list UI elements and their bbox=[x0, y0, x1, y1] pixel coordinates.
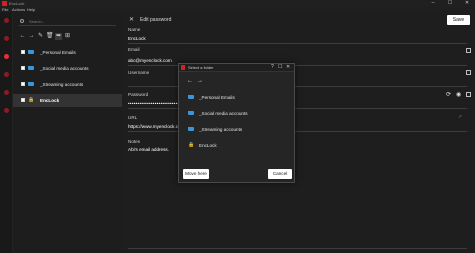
checkbox[interactable] bbox=[21, 50, 25, 54]
edit-password-panel: ✕ Edit password Save Name EncLock Email … bbox=[122, 12, 475, 253]
dialog-folder-label: _Social media accounts bbox=[199, 111, 248, 116]
open-url-link[interactable]: ↗ bbox=[458, 114, 462, 120]
refresh-icon[interactable]: ⟳ bbox=[446, 91, 451, 98]
move-here-button[interactable]: Move here bbox=[183, 169, 209, 179]
dialog-folder-label: _Streaming accounts bbox=[199, 127, 243, 132]
folder-icon bbox=[188, 127, 194, 131]
password-field[interactable]: •••••••••••••••••••••••••••• bbox=[128, 101, 181, 106]
url-label: URL bbox=[128, 115, 138, 120]
forward-arrow-icon[interactable]: → bbox=[28, 33, 35, 40]
sidebar-item-personal-emails[interactable]: _Personal Emails bbox=[13, 46, 122, 59]
rail-identity-icon[interactable] bbox=[4, 90, 9, 95]
divider bbox=[128, 43, 467, 44]
notes-label: Notes bbox=[128, 139, 141, 144]
rail-passwords-icon[interactable] bbox=[4, 54, 9, 59]
lock-icon: 🔒 bbox=[28, 97, 35, 103]
lock-icon: 🔒 bbox=[188, 142, 195, 148]
dialog-folder-personal-emails[interactable]: _Personal Emails bbox=[179, 91, 294, 104]
sidebar-item-label: EncLock bbox=[40, 98, 60, 103]
sidebar-item-label: _Personal Emails bbox=[40, 50, 76, 55]
folder-sidebar: Search... ← → ✎ 🗑 ➥ ⊞ _Personal Emails _… bbox=[13, 12, 122, 253]
maximize-icon[interactable]: ☐ bbox=[278, 64, 282, 70]
app-title: EncLock bbox=[9, 1, 25, 6]
checkbox[interactable] bbox=[21, 98, 25, 102]
dialog-folder-streaming[interactable]: _Streaming accounts bbox=[179, 123, 294, 136]
search-placeholder: Search... bbox=[29, 19, 46, 24]
folder-icon bbox=[28, 50, 34, 54]
sidebar-item-social-media[interactable]: _Social media accounts bbox=[13, 62, 122, 75]
page-title: Edit password bbox=[140, 17, 172, 23]
app-logo bbox=[2, 1, 7, 6]
copy-icon[interactable] bbox=[466, 48, 471, 53]
rail-notes-icon[interactable] bbox=[4, 72, 9, 77]
back-arrow-icon[interactable]: ← bbox=[187, 78, 193, 84]
forward-arrow-icon[interactable]: → bbox=[197, 78, 203, 84]
folder-icon bbox=[188, 111, 194, 115]
select-folder-dialog: Select a folder ? ☐ ✕ ← → _Personal Emai… bbox=[178, 63, 295, 183]
eye-icon[interactable]: ◉ bbox=[456, 91, 461, 98]
new-folder-icon[interactable]: ⊞ bbox=[64, 33, 71, 40]
copy-icon[interactable] bbox=[466, 70, 471, 75]
rail-home-icon[interactable] bbox=[4, 18, 9, 23]
url-field[interactable]: https://www.myenclock.com bbox=[128, 124, 184, 129]
dialog-title-bar: Select a folder ? ☐ ✕ bbox=[179, 64, 294, 72]
copy-icon[interactable] bbox=[466, 92, 471, 97]
dialog-folder-social-media[interactable]: _Social media accounts bbox=[179, 107, 294, 120]
name-field[interactable]: EncLock bbox=[128, 36, 146, 41]
move-folder-icon[interactable]: ➥ bbox=[55, 33, 62, 40]
icon-rail bbox=[0, 12, 13, 253]
delete-trash-icon[interactable]: 🗑 bbox=[46, 33, 54, 40]
rail-cards-icon[interactable] bbox=[4, 36, 9, 41]
username-label: Username bbox=[128, 70, 150, 75]
dialog-folder-label: _Personal Emails bbox=[199, 95, 235, 100]
dialog-title: Select a folder bbox=[188, 65, 214, 70]
sidebar-item-label: _Social media accounts bbox=[40, 66, 89, 71]
email-field[interactable]: abc@myenclock.com bbox=[128, 58, 172, 63]
help-icon[interactable]: ? bbox=[271, 64, 274, 70]
email-label: Email bbox=[128, 47, 140, 52]
notes-field[interactable]: Abi's email address. bbox=[128, 147, 169, 152]
app-logo bbox=[181, 65, 185, 70]
folder-icon bbox=[28, 82, 34, 86]
password-label: Password bbox=[128, 92, 149, 97]
close-icon[interactable]: ✕ bbox=[286, 64, 290, 70]
divider bbox=[128, 248, 467, 249]
checkbox[interactable] bbox=[21, 66, 25, 70]
sidebar-item-enclock[interactable]: 🔒 EncLock bbox=[13, 94, 122, 107]
back-arrow-icon[interactable]: ← bbox=[19, 33, 26, 40]
dialog-folder-label: EncLock bbox=[199, 143, 217, 148]
sidebar-item-streaming[interactable]: _Streaming accounts bbox=[13, 78, 122, 91]
cancel-button[interactable]: Cancel bbox=[268, 169, 292, 179]
dialog-folder-enclock[interactable]: 🔒 EncLock bbox=[179, 139, 294, 152]
search-input[interactable]: Search... bbox=[19, 18, 116, 26]
search-icon bbox=[20, 19, 24, 23]
checkbox[interactable] bbox=[21, 82, 25, 86]
folder-icon bbox=[188, 95, 194, 99]
close-icon[interactable]: ✕ bbox=[129, 16, 134, 23]
edit-pencil-icon[interactable]: ✎ bbox=[37, 33, 44, 40]
sidebar-item-label: _Streaming accounts bbox=[40, 82, 84, 87]
save-button[interactable]: Save bbox=[447, 15, 470, 25]
folder-icon bbox=[28, 66, 34, 70]
rail-settings-icon[interactable] bbox=[4, 108, 9, 113]
name-label: Name bbox=[128, 27, 141, 32]
